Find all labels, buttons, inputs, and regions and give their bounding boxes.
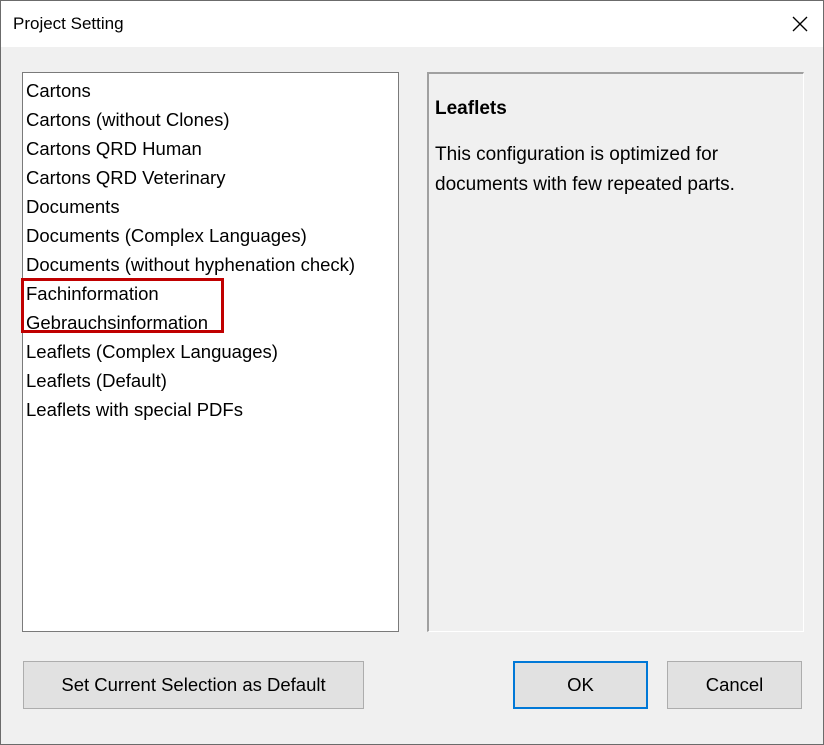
project-setting-dialog: Project Setting Cartons Cartons (without… <box>0 0 824 745</box>
list-item-documents-complex-languages[interactable]: Documents (Complex Languages) <box>26 221 307 250</box>
close-icon <box>792 16 808 32</box>
list-item-cartons-qrd-human[interactable]: Cartons QRD Human <box>26 134 202 163</box>
close-button[interactable] <box>777 1 823 47</box>
list-item-leaflets-special-pdfs[interactable]: Leaflets with special PDFs <box>26 395 243 424</box>
list-item-leaflets-complex-languages[interactable]: Leaflets (Complex Languages) <box>26 337 278 366</box>
list-item-cartons[interactable]: Cartons <box>26 76 91 105</box>
description-title: Leaflets <box>435 98 507 119</box>
dialog-title: Project Setting <box>13 14 124 33</box>
description-text: This configuration is optimized for docu… <box>435 144 735 195</box>
description-panel: Leaflets This configuration is optimized… <box>427 72 804 632</box>
cancel-button[interactable]: Cancel <box>667 661 802 709</box>
configuration-list[interactable]: Cartons Cartons (without Clones) Cartons… <box>22 72 399 632</box>
list-item-cartons-qrd-veterinary[interactable]: Cartons QRD Veterinary <box>26 163 225 192</box>
title-bar[interactable]: Project Setting <box>1 1 823 47</box>
list-item-documents[interactable]: Documents <box>26 192 120 221</box>
list-item-documents-without-hyphenation[interactable]: Documents (without hyphenation check) <box>26 250 355 279</box>
ok-button[interactable]: OK <box>513 661 648 709</box>
list-item-cartons-without-clones[interactable]: Cartons (without Clones) <box>26 105 230 134</box>
highlight-annotation-box <box>21 278 224 333</box>
set-default-button[interactable]: Set Current Selection as Default <box>23 661 364 709</box>
list-item-leaflets-default[interactable]: Leaflets (Default) <box>26 366 167 395</box>
